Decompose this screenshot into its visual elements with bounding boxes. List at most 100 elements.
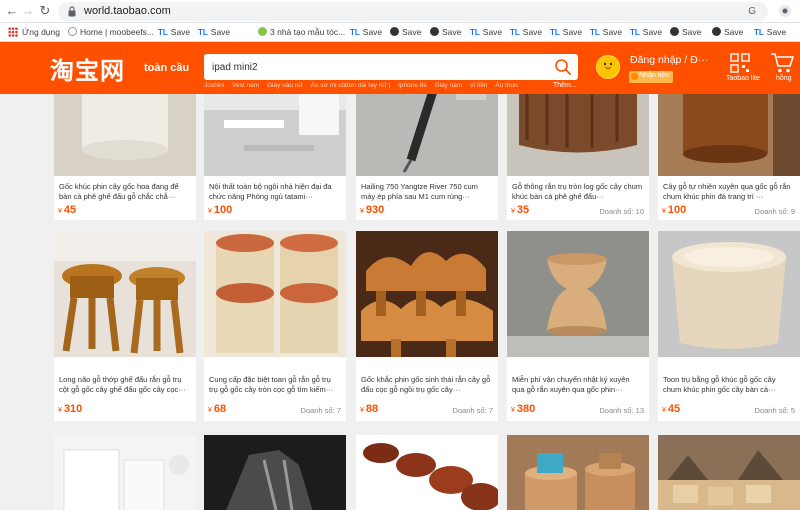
tl-icon: TL (198, 28, 208, 37)
bookmark-item[interactable]: TL Save (470, 27, 502, 37)
product-price: ¥35 (511, 204, 530, 216)
product-title[interactable]: Long não gỗ thớp ghế đẩu rắn gỗ trụ cột … (59, 375, 191, 395)
product-sales: Doanh số: 7 (300, 406, 341, 415)
apps-grid-icon (8, 27, 18, 37)
bookmark-item[interactable]: Save (670, 27, 701, 37)
product-grid: Gốc khúc phin cây gốc hoa đang để bàn cà… (0, 94, 800, 510)
tl-icon: TL (590, 28, 600, 37)
bookmark-item[interactable]: TL Save (754, 27, 786, 37)
hot-word-link[interactable]: Áo thun (495, 82, 517, 89)
product-card[interactable]: Gốc khắc phin gốc sinh thái rắn cây gỗ đ… (356, 231, 498, 421)
product-card[interactable]: Cây gỗ tự nhiên xuyên qua gốc gỗ rắn chu… (658, 94, 800, 220)
product-image (356, 231, 498, 357)
product-sales: Doanh số: 5 (754, 406, 795, 415)
product-card[interactable]: Hailing 750 Yangtze River 750 cum máy ép… (356, 94, 498, 220)
hot-word-link[interactable]: Giày nâu nữ (267, 82, 303, 89)
product-title[interactable]: Gốc khúc phin cây gốc hoa đang để bàn cà… (59, 182, 191, 202)
logo-subtitle: toàn cầu (144, 62, 190, 74)
bookmark-item[interactable]: Home | moobeefs... (68, 27, 154, 37)
product-title[interactable]: Gốc khắc phin gốc sinh thái rắn cây gỗ đ… (361, 375, 493, 395)
product-title[interactable]: Gỗ thông rắn trụ tròn log gốc cây chum k… (512, 182, 644, 202)
bookmark-item[interactable]: TL Save (550, 27, 582, 37)
qr-code-icon[interactable] (730, 53, 750, 73)
product-price: ¥68 (208, 403, 227, 415)
page-icon (68, 27, 77, 36)
avatar[interactable] (596, 55, 620, 79)
globe-icon (258, 27, 267, 36)
product-title[interactable]: Toon trụ bằng gỗ khúc gỗ gốc cây chum kh… (663, 375, 795, 395)
product-card[interactable]: Miễn phí vận chuyển nhật ký xuyên qua gỗ… (507, 231, 649, 421)
product-sales: Doanh số: 13 (599, 406, 644, 415)
hot-word-link[interactable]: Iphone 8s (398, 82, 427, 89)
bookmark-item[interactable]: TL Save (590, 27, 622, 37)
product-image (356, 435, 498, 510)
bookmark-item[interactable]: Save (712, 27, 743, 37)
hot-word-link[interactable]: Giày nam (434, 82, 462, 89)
search-box (204, 54, 578, 80)
bookmark-item[interactable]: 3 nhà tạo mẫu tóc... (258, 27, 345, 37)
face-icon (603, 62, 613, 70)
hot-word-link[interactable]: Áo sơ mi cotton dài tay nữ | (311, 82, 391, 89)
more-link[interactable]: Thêm... (553, 82, 577, 89)
tl-icon: TL (754, 28, 764, 37)
search-input[interactable] (212, 59, 542, 75)
product-card[interactable] (507, 435, 649, 510)
product-title[interactable]: Miễn phí vận chuyển nhật ký xuyên qua gỗ… (512, 375, 644, 395)
hot-word-link[interactable]: ví tiền (470, 82, 487, 89)
login-link[interactable]: Đăng nhập / Đ··· (630, 54, 708, 66)
bookmark-item[interactable]: TL Save (158, 27, 190, 37)
taobao-lite-label[interactable]: Taobao lite (726, 75, 760, 82)
product-card[interactable]: Cung cấp đặc biệt toan gỗ rắn gỗ trụ trụ… (204, 231, 346, 421)
product-card[interactable] (54, 435, 196, 510)
bookmark-item[interactable]: Save (430, 27, 461, 37)
product-card[interactable]: Gốc khúc phin cây gốc hoa đang để bàn cà… (54, 94, 196, 220)
extension-icon[interactable] (778, 4, 792, 18)
hot-word-link[interactable]: Joshini (204, 82, 224, 89)
product-image (658, 231, 800, 357)
product-card[interactable] (204, 435, 346, 510)
product-price: ¥930 (360, 204, 385, 216)
cart-icon[interactable] (770, 52, 794, 74)
product-card[interactable]: Toon trụ bằng gỗ khúc gỗ gốc cây chum kh… (658, 231, 800, 421)
product-card[interactable]: Gỗ thông rắn trụ tròn log gốc cây chum k… (507, 94, 649, 220)
product-price: ¥100 (208, 204, 233, 216)
tl-icon: TL (630, 28, 640, 37)
bookmark-item[interactable]: TL Save (350, 27, 382, 37)
product-sales: Doanh số: 10 (599, 207, 644, 216)
address-bar[interactable]: world.taobao.com G (58, 2, 768, 21)
back-icon[interactable]: ← (4, 3, 20, 19)
product-card[interactable] (356, 435, 498, 510)
taobao-logo[interactable]: 淘宝网 (50, 51, 125, 86)
product-image (204, 231, 346, 357)
product-title[interactable]: Cây gỗ tự nhiên xuyên qua gốc gỗ rắn chu… (663, 182, 795, 202)
product-price: ¥310 (58, 403, 83, 415)
tl-icon: TL (510, 28, 520, 37)
bookmark-item[interactable]: TL Save (510, 27, 542, 37)
hot-word-link[interactable]: Vest nam (232, 82, 259, 89)
product-image (204, 94, 346, 176)
bookmark-apps[interactable]: Ứng dụng (8, 27, 60, 37)
product-title[interactable]: Cung cấp đặc biệt toan gỗ rắn gỗ trụ trụ… (209, 375, 341, 395)
receive-badge[interactable]: Nhận tiền (629, 71, 673, 83)
product-card[interactable]: Long não gỗ thớp ghế đẩu rắn gỗ trụ cột … (54, 231, 196, 421)
product-price: ¥100 (662, 204, 687, 216)
search-icon[interactable] (554, 58, 572, 76)
product-sales: Doanh số: 9 (754, 207, 795, 216)
product-card[interactable]: Nội thất toàn bộ ngôi nhà hiện đại đa ch… (204, 94, 346, 220)
product-card[interactable] (658, 435, 800, 510)
reload-icon[interactable]: ↻ (37, 3, 53, 19)
bookmarks-bar: Ứng dụng Home | moobeefs... TL Save TL Sav… (0, 23, 800, 42)
bookmark-item[interactable]: Save (390, 27, 421, 37)
bookmark-item[interactable]: TL Save (198, 27, 230, 37)
cart-label[interactable]: hồng (776, 75, 792, 82)
translate-icon[interactable]: G (748, 6, 756, 17)
product-image (658, 435, 800, 510)
github-icon (670, 27, 679, 36)
tl-icon: TL (158, 28, 168, 37)
product-title[interactable]: Hailing 750 Yangtze River 750 cum máy ép… (361, 182, 493, 202)
product-price: ¥45 (58, 204, 77, 216)
bookmark-item[interactable]: TL Save (630, 27, 662, 37)
product-title[interactable]: Nội thất toàn bộ ngôi nhà hiện đại đa ch… (209, 182, 341, 202)
forward-icon[interactable]: → (20, 3, 36, 19)
product-image (356, 94, 498, 176)
